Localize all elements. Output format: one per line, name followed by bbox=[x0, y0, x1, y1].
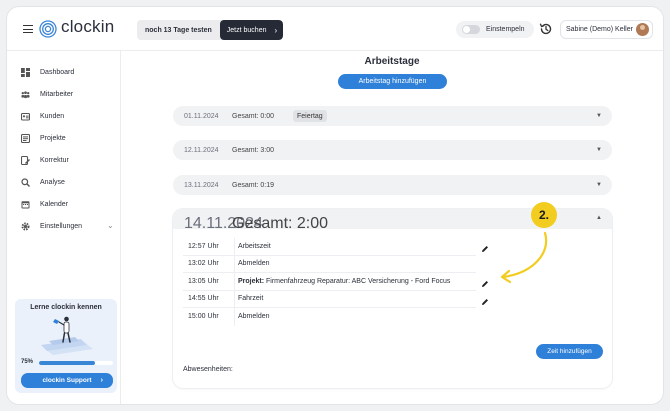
step-marker: 2. bbox=[531, 202, 557, 228]
entry-label: Fahrzeit bbox=[238, 295, 264, 303]
chevron-down-icon: ▼ bbox=[596, 182, 602, 188]
onboarding-illustration-icon bbox=[41, 316, 93, 355]
analysis-icon bbox=[21, 177, 30, 187]
customers-icon bbox=[21, 112, 30, 121]
top-bar: clockin noch 13 Tage testen Jetzt buchen… bbox=[7, 7, 663, 51]
workday-date: 12.11.2024 bbox=[184, 146, 219, 154]
entry-label-text: Firmenfahrzeug Reparatur: ABC Versicheru… bbox=[266, 277, 451, 285]
calendar-icon bbox=[21, 200, 30, 209]
time-entry-row: 13:05 Uhr Projekt: Firmenfahrzeug Repara… bbox=[183, 273, 476, 291]
dashboard-icon bbox=[21, 67, 30, 77]
app-window: clockin noch 13 Tage testen Jetzt buchen… bbox=[7, 7, 663, 404]
chevron-right-icon: › bbox=[274, 25, 278, 35]
sidebar-item-label: Kalender bbox=[40, 200, 69, 208]
sidebar-item-korrektur[interactable]: Korrektur bbox=[21, 153, 69, 167]
workday-row[interactable]: 01.11.2024 Gesamt: 0:00 Feiertag ▼ bbox=[173, 106, 612, 126]
arrow-annotation-icon bbox=[500, 231, 548, 284]
time-entry-row: 15:00 Uhr Abmelden bbox=[183, 308, 476, 326]
sidebar-item-kunden[interactable]: Kunden bbox=[21, 109, 64, 123]
avatar bbox=[636, 23, 649, 36]
user-name: Sabine (Demo) Keller bbox=[566, 26, 633, 33]
correction-icon bbox=[21, 155, 30, 165]
workday-total: Gesamt: 0:19 bbox=[232, 181, 275, 189]
absences-label: Abwesenheiten: bbox=[183, 366, 233, 373]
chevron-right-icon: › bbox=[100, 377, 103, 384]
clock-in-toggle[interactable]: Einstempeln bbox=[456, 21, 534, 38]
gear-icon bbox=[21, 222, 30, 231]
sidebar-item-label: Einstellungen bbox=[40, 222, 83, 230]
entry-label: Abmelden bbox=[238, 260, 270, 268]
entry-time: 14:55 Uhr bbox=[183, 290, 235, 307]
menu-icon[interactable] bbox=[23, 25, 33, 33]
sidebar-item-projekte[interactable]: Projekte bbox=[21, 131, 66, 145]
sidebar-item-label: Dashboard bbox=[40, 68, 75, 76]
entry-label-prefix: Projekt: bbox=[238, 277, 265, 285]
workday-row[interactable]: 13.11.2024 Gesamt: 0:19 ▼ bbox=[173, 175, 612, 195]
progress-percent: 75% bbox=[21, 359, 34, 365]
clock-in-label: Einstempeln bbox=[486, 26, 525, 33]
sidebar-item-label: Analyse bbox=[40, 178, 65, 186]
entry-time: 15:00 Uhr bbox=[183, 308, 235, 326]
trial-banner: noch 13 Tage testen Jetzt buchen › bbox=[137, 20, 284, 40]
clockin-logo-icon bbox=[39, 20, 57, 38]
workday-total: Gesamt: 2:00 bbox=[232, 215, 329, 232]
entry-time: 12:57 Uhr bbox=[183, 238, 235, 255]
sidebar-item-analyse[interactable]: Analyse bbox=[21, 175, 65, 189]
add-time-button[interactable]: Zeit hinzufügen bbox=[536, 344, 603, 359]
main-content: Arbeitstage Arbeitstag hinzufügen 01.11.… bbox=[121, 51, 663, 404]
workday-total: Gesamt: 0:00 bbox=[232, 112, 275, 120]
learn-clockin-card: Lerne clockin kennen 75% clockin Support… bbox=[15, 299, 117, 393]
history-icon[interactable] bbox=[539, 22, 553, 36]
chevron-down-icon: ▼ bbox=[596, 147, 602, 153]
edit-pencil-icon[interactable] bbox=[481, 280, 489, 288]
entry-label: Projekt: Firmenfahrzeug Reparatur: ABC V… bbox=[235, 278, 450, 285]
sidebar: Dashboard Mitarbeiter Kunden Projekte Ko… bbox=[7, 51, 121, 404]
sidebar-item-label: Korrektur bbox=[40, 156, 69, 164]
add-workday-button[interactable]: Arbeitstag hinzufügen bbox=[338, 74, 447, 89]
workday-date: 13.11.2024 bbox=[184, 181, 219, 189]
sidebar-item-einstellungen[interactable]: Einstellungen bbox=[21, 219, 82, 233]
support-button[interactable]: clockin Support › bbox=[21, 373, 113, 388]
chevron-down-icon: ▼ bbox=[596, 113, 602, 119]
app-name: clockin bbox=[61, 17, 115, 36]
edit-pencil-icon[interactable] bbox=[481, 245, 489, 253]
entry-time: 13:05 Uhr bbox=[183, 273, 235, 290]
sidebar-item-mitarbeiter[interactable]: Mitarbeiter bbox=[21, 87, 73, 101]
user-menu[interactable]: Sabine (Demo) Keller bbox=[560, 20, 653, 39]
page-title: Arbeitstage bbox=[364, 56, 420, 67]
workday-total: Gesamt: 3:00 bbox=[232, 146, 275, 154]
buy-now-button[interactable]: Jetzt buchen › bbox=[219, 20, 284, 40]
time-entry-list: 12:57 Uhr Arbeitszeit 13:02 Uhr Abmelden… bbox=[183, 238, 476, 326]
entry-time: 13:02 Uhr bbox=[183, 255, 235, 272]
workday-row[interactable]: 12.11.2024 Gesamt: 3:00 ▼ bbox=[173, 140, 612, 160]
chevron-up-icon: ▲ bbox=[596, 215, 602, 221]
time-entry-row: 14:55 Uhr Fahrzeit bbox=[183, 290, 476, 308]
sidebar-item-kalender[interactable]: Kalender bbox=[21, 197, 68, 211]
chevron-down-icon[interactable]: ⌄ bbox=[107, 221, 114, 230]
sidebar-item-label: Mitarbeiter bbox=[40, 90, 74, 98]
time-entry-row: 12:57 Uhr Arbeitszeit bbox=[183, 238, 476, 256]
progress-bar-fill bbox=[39, 361, 95, 365]
time-entry-row: 13:02 Uhr Abmelden bbox=[183, 255, 476, 273]
holiday-badge: Feiertag bbox=[293, 110, 327, 122]
sidebar-item-dashboard[interactable]: Dashboard bbox=[21, 65, 74, 79]
entry-label: Abmelden bbox=[238, 313, 270, 321]
trial-text: noch 13 Tage testen bbox=[145, 26, 212, 34]
users-icon bbox=[21, 90, 30, 99]
buy-now-label: Jetzt buchen bbox=[226, 26, 267, 34]
support-button-label: clockin Support bbox=[42, 377, 92, 384]
progress-bar bbox=[39, 361, 113, 365]
edit-pencil-icon[interactable] bbox=[481, 298, 489, 306]
workday-date: 01.11.2024 bbox=[184, 112, 219, 120]
sidebar-item-label: Kunden bbox=[40, 112, 65, 120]
projects-icon bbox=[21, 133, 30, 143]
learn-card-title: Lerne clockin kennen bbox=[30, 304, 102, 311]
sidebar-item-label: Projekte bbox=[40, 134, 66, 142]
toggle-switch-icon bbox=[462, 25, 480, 34]
entry-label: Arbeitszeit bbox=[238, 242, 271, 250]
